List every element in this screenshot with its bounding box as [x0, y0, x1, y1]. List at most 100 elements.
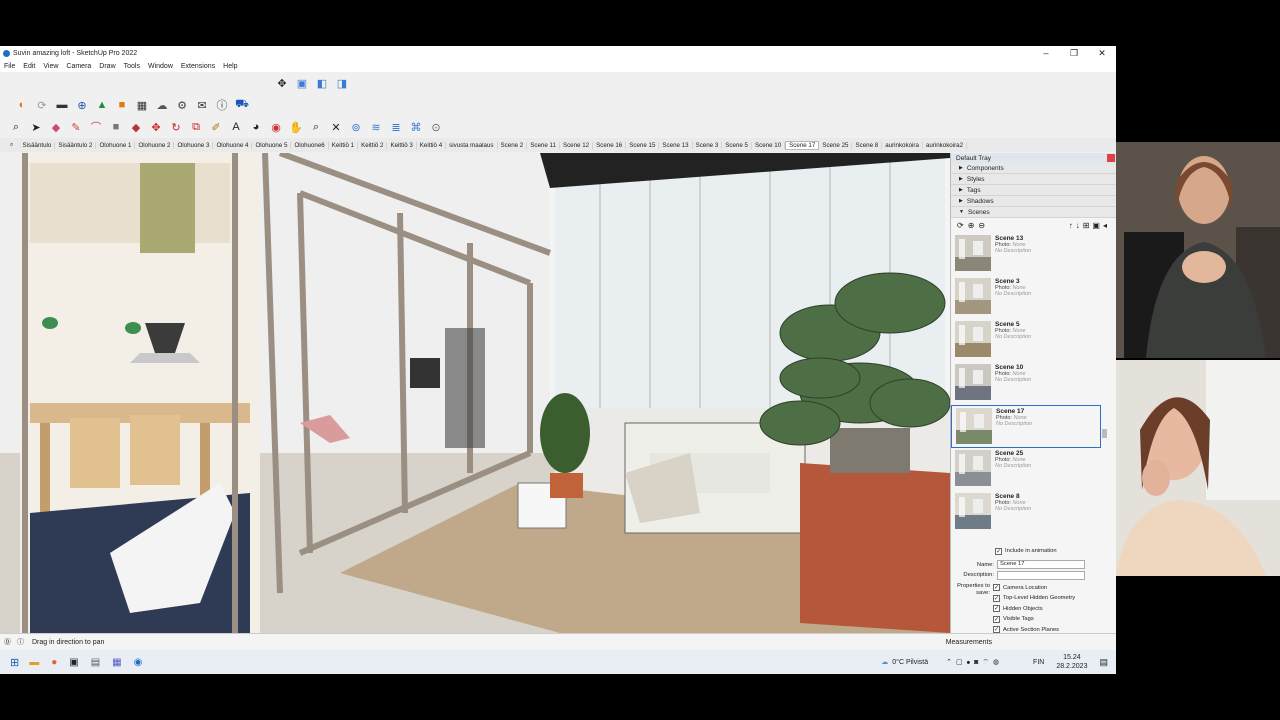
pan-icon[interactable]: ✥	[274, 75, 290, 91]
scene-tab[interactable]: Olohuone 3	[174, 141, 214, 149]
shape-icon[interactable]: ■	[108, 119, 124, 135]
scene-list-item[interactable]: Scene 10 Photo: None No Description	[951, 362, 1101, 405]
menu-edit[interactable]: Edit	[23, 63, 35, 70]
scene-tab[interactable]: Keittiö 3	[387, 141, 417, 149]
menu-view[interactable]: View	[43, 63, 58, 70]
arc-icon[interactable]: ⌒	[88, 119, 104, 135]
scene-tab[interactable]: Scene 3	[693, 141, 723, 149]
section-icon[interactable]: ⊚	[348, 119, 364, 135]
panel-shadows[interactable]: ▶ Shadows	[951, 196, 1116, 207]
system-tray-icons[interactable]: ⌃▢⦁◙⌔◍	[946, 658, 1003, 667]
panel-scenes[interactable]: ▼ Scenes	[951, 207, 1116, 218]
settings-icon[interactable]: ⚙	[174, 97, 190, 113]
scene-description-input[interactable]	[997, 570, 1085, 580]
scene-tab[interactable]: Olohuone 4	[213, 141, 253, 149]
panel-styles[interactable]: ▶ Styles	[951, 174, 1116, 185]
info-status-icon[interactable]: ⓘ	[17, 637, 24, 647]
scene-tab[interactable]: Scene 25	[819, 141, 853, 149]
scene-list-item[interactable]: Scene 8 Photo: None No Description	[951, 491, 1101, 534]
start-icon[interactable]: ⊞	[10, 656, 19, 669]
scene-tab[interactable]: Scene 16	[593, 141, 627, 149]
orbit-icon[interactable]: ◉	[268, 119, 284, 135]
select-icon[interactable]: ➤	[28, 119, 44, 135]
add-scene-icon[interactable]: ⊕	[968, 221, 975, 230]
scene-tab[interactable]: Scene 11	[527, 141, 560, 149]
scene-tab[interactable]: Scene 8	[852, 141, 883, 149]
menu-help[interactable]: Help	[223, 63, 237, 70]
mail-icon[interactable]: ✉	[194, 97, 210, 113]
panel-tags[interactable]: ▶ Tags	[951, 185, 1116, 196]
scene-tab[interactable]: Scene 15	[626, 141, 660, 149]
paint-icon[interactable]: ◕	[248, 119, 264, 135]
layers-icon[interactable]: ≋	[368, 119, 384, 135]
menu-tools[interactable]: Tools	[124, 63, 140, 70]
rotate-icon[interactable]: ↻	[168, 119, 184, 135]
scene-tab[interactable]: Keittiö 4	[417, 141, 447, 149]
menu-window[interactable]: Window	[148, 63, 173, 70]
teams-icon[interactable]: ▦	[112, 657, 121, 668]
sandbox-icon[interactable]: ⌘	[408, 119, 424, 135]
scene-tab[interactable]: Scene 12	[560, 141, 594, 149]
tray-close-icon[interactable]	[1107, 154, 1115, 162]
reload-icon[interactable]: ⟳	[34, 97, 50, 113]
search-scenes-icon[interactable]: ⌕	[10, 141, 13, 149]
add-location-icon[interactable]: ⊕	[74, 97, 90, 113]
scene-tab[interactable]: Olohuone 2	[135, 141, 175, 149]
scene-list-item[interactable]: Scene 5 Photo: None No Description	[951, 319, 1101, 362]
remove-scene-icon[interactable]: ⊖	[978, 221, 985, 230]
menu-draw[interactable]: Draw	[99, 63, 115, 70]
save-icon[interactable]: ▬	[54, 97, 70, 113]
right-view-icon[interactable]: ◨	[334, 75, 350, 91]
eraser-icon[interactable]: ◆	[48, 119, 64, 135]
property-checkbox[interactable]: ✓	[993, 605, 1000, 613]
file-explorer-icon[interactable]: ▬	[29, 657, 39, 668]
iso-view-icon[interactable]: ▣	[294, 75, 310, 91]
property-checkbox[interactable]: ✓	[993, 594, 1000, 602]
firefox-icon[interactable]: ●	[51, 657, 57, 668]
scene-view-options-icon[interactable]: ↑↓⊞▣◂	[1069, 221, 1110, 230]
3d-viewport[interactable]	[0, 153, 950, 633]
scene-list-item[interactable]: Scene 3 Photo: None No Description	[951, 276, 1101, 319]
scene-tab[interactable]: Scene 10	[752, 141, 786, 149]
scene-name-input[interactable]: Scene 17	[997, 560, 1085, 570]
geolocation-icon[interactable]: ⓪	[4, 637, 11, 647]
scene-tab[interactable]: aurinkokoira	[882, 141, 923, 149]
window-app-icon[interactable]: ▤	[91, 657, 100, 668]
text-icon[interactable]: A	[228, 119, 244, 135]
scene-tab[interactable]: Keittiö 2	[358, 141, 388, 149]
move-icon[interactable]: ✥	[148, 119, 164, 135]
maximize-button[interactable]: ❐	[1060, 48, 1088, 59]
include-animation-checkbox[interactable]: ✓	[995, 547, 1002, 555]
cart-icon[interactable]: ⛟	[234, 97, 250, 113]
menu-file[interactable]: File	[4, 63, 15, 70]
scene-tab[interactable]: Olohuone 1	[96, 141, 136, 149]
info-icon[interactable]: ⓘ	[214, 97, 230, 113]
materials-icon[interactable]: ▦	[134, 97, 150, 113]
language-indicator[interactable]: FIN	[1033, 659, 1044, 666]
menu-camera[interactable]: Camera	[66, 63, 91, 70]
scene-list-scrollbar[interactable]	[1102, 233, 1108, 533]
scene-tab[interactable]: Scene 2	[498, 141, 528, 149]
minimize-button[interactable]: –	[1032, 48, 1060, 58]
components-icon[interactable]: ■	[114, 97, 130, 113]
notification-icon[interactable]: ▤	[1099, 657, 1108, 668]
scale-icon[interactable]: ⧉	[188, 119, 204, 135]
panel-components[interactable]: ▶ Components	[951, 163, 1116, 174]
zoom-icon[interactable]: ⌕	[308, 119, 324, 135]
scene-tab[interactable]: sivusta maalaus	[446, 141, 498, 149]
close-button[interactable]: ✕	[1088, 48, 1116, 59]
scene-tab[interactable]: Keittiö 1	[329, 141, 359, 149]
scene-list-item[interactable]: Scene 25 Photo: None No Description	[951, 448, 1101, 491]
scene-list-item[interactable]: Scene 17 Photo: None No Description	[951, 405, 1101, 448]
zoom-extents-icon[interactable]: ✕	[328, 119, 344, 135]
extension-icon[interactable]: ⊙	[428, 119, 444, 135]
menu-extensions[interactable]: Extensions	[181, 63, 215, 70]
scene-tab[interactable]: Sisääntulo 2	[55, 141, 97, 149]
scene-tab[interactable]: Scene 17	[785, 140, 820, 150]
stack-icon[interactable]: ≣	[388, 119, 404, 135]
search-icon[interactable]: ⌕	[8, 119, 24, 135]
new-icon[interactable]: ◐	[14, 97, 30, 113]
scene-tab[interactable]: Sisääntulo	[19, 141, 56, 149]
scene-tab[interactable]: Olohuone6	[291, 141, 329, 149]
update-scene-icon[interactable]: ⟳	[957, 221, 964, 230]
